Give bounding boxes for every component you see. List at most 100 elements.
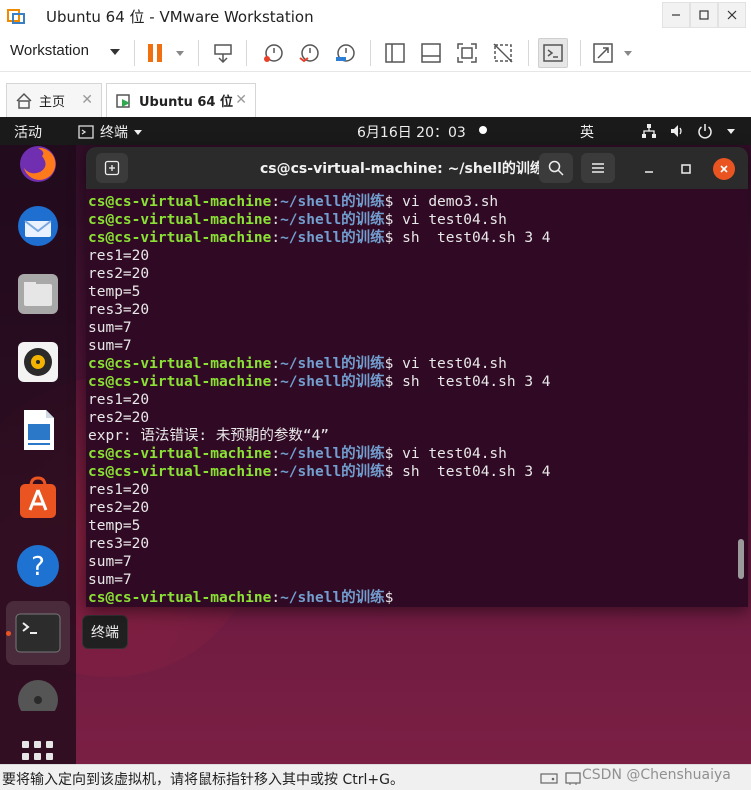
chevron-down-icon[interactable] [176, 51, 184, 56]
vm-display[interactable]: 活动 终端 6月16日 20：03 英 ? 终端 cs@cs-virtual-m… [0, 117, 751, 764]
prompt-user: cs@cs-virtual-machine [88, 446, 272, 462]
help-icon[interactable]: ? [13, 541, 63, 591]
terminal-output-line: res2=20 [88, 266, 150, 282]
sidebar-toggle-icon[interactable] [382, 40, 408, 66]
close-button[interactable] [718, 2, 746, 28]
terminal-icon[interactable] [13, 608, 63, 658]
libreoffice-writer-icon[interactable] [13, 405, 63, 455]
files-icon[interactable] [13, 269, 63, 319]
send-keys-icon[interactable] [210, 40, 236, 66]
chevron-down-icon[interactable] [722, 122, 740, 140]
clock[interactable]: 6月16日 20：03 [357, 122, 466, 142]
terminal-output-line: sum=7 [88, 572, 132, 588]
tab-home[interactable]: 主页 ✕ [6, 83, 102, 117]
prompt-path: ~/shell的训练 [280, 230, 385, 246]
terminal-window[interactable]: cs@cs-virtual-machine: ~/shell的训练 cs@cs-… [86, 147, 748, 607]
prompt-user: cs@cs-virtual-machine [88, 230, 272, 246]
tab-label: 主页 [39, 95, 66, 110]
tab-label: Ubuntu 64 位 [139, 95, 233, 110]
terminal-close-button[interactable] [713, 158, 735, 180]
prompt-path: ~/shell的训练 [280, 446, 385, 462]
terminal-maximize-button[interactable] [675, 158, 697, 180]
command-text: sh test04.sh 3 4 [393, 374, 551, 390]
new-tab-button[interactable] [96, 153, 128, 183]
terminal-command-line: cs@cs-virtual-machine:~/shell的训练$ vi dem… [88, 193, 748, 211]
minimize-button[interactable] [662, 2, 690, 28]
prompt-separator: : [271, 356, 281, 372]
console-view-icon[interactable] [538, 38, 568, 68]
full-screen-icon[interactable] [454, 40, 480, 66]
disc-icon[interactable] [13, 677, 63, 711]
prompt-user: cs@cs-virtual-machine [88, 464, 272, 480]
terminal-minimize-button[interactable] [638, 158, 660, 180]
terminal-command-line: cs@cs-virtual-machine:~/shell的训练$ sh tes… [88, 229, 748, 247]
search-button[interactable] [539, 153, 573, 183]
prompt-separator: : [271, 446, 281, 462]
dock-tooltip: 终端 [82, 615, 128, 649]
terminal-scrollbar[interactable] [738, 539, 744, 579]
prompt-path: ~/shell的训练 [280, 194, 385, 210]
stretch-guest-icon[interactable] [590, 40, 616, 66]
terminal-command-line: cs@cs-virtual-machine:~/shell的训练$ vi tes… [88, 445, 748, 463]
notification-dot-icon [479, 126, 487, 134]
terminal-output-line: sum=7 [88, 320, 132, 336]
maximize-button[interactable] [690, 2, 718, 28]
terminal-command-line: cs@cs-virtual-machine:~/shell的训练$ sh tes… [88, 463, 748, 481]
terminal-title: cs@cs-virtual-machine: ~/shell的训练 [260, 161, 544, 177]
thumbnail-bar-icon[interactable] [418, 40, 444, 66]
vm-tab-strip: 主页 ✕ Ubuntu 64 位 ✕ [0, 81, 751, 117]
ubuntu-dock: ? [0, 145, 76, 764]
prompt-user: cs@cs-virtual-machine [88, 356, 272, 372]
terminal-output-line: expr: 语法错误: 未预期的参数“4” [88, 428, 330, 444]
toolbar-divider [528, 40, 529, 66]
revert-snapshot-icon[interactable] [296, 40, 322, 66]
vm-running-icon [115, 92, 133, 110]
snapshot-icon[interactable] [260, 40, 286, 66]
rhythmbox-icon[interactable] [13, 337, 63, 387]
command-text: vi test04.sh [393, 212, 507, 228]
command-text: sh test04.sh 3 4 [393, 230, 551, 246]
vmware-title-bar: Ubuntu 64 位 - VMware Workstation [0, 0, 751, 32]
hard-disk-icon[interactable] [540, 770, 558, 784]
home-icon [15, 92, 33, 110]
prompt-separator: : [271, 590, 281, 606]
power-icon[interactable] [696, 122, 714, 140]
network-adapter-icon[interactable] [564, 770, 582, 785]
volume-icon[interactable] [668, 122, 686, 140]
vmware-app-icon [6, 6, 26, 26]
app-menu[interactable]: 终端 [78, 122, 142, 142]
prompt-path: ~/shell的训练 [280, 374, 385, 390]
chevron-down-icon[interactable] [624, 51, 632, 56]
prompt-symbol: $ [384, 590, 394, 606]
close-icon[interactable]: ✕ [235, 92, 247, 108]
close-icon[interactable]: ✕ [81, 92, 93, 108]
terminal-output-line: sum=7 [88, 554, 132, 570]
toolbar-divider [198, 40, 199, 66]
pause-icon[interactable] [142, 40, 168, 66]
hamburger-menu-button[interactable] [581, 153, 615, 183]
terminal-command-line: cs@cs-virtual-machine:~/shell的训练$ [88, 589, 748, 607]
prompt-path: ~/shell的训练 [280, 590, 385, 606]
firefox-icon[interactable] [13, 139, 63, 189]
terminal-output[interactable]: cs@cs-virtual-machine:~/shell的训练$ vi dem… [86, 189, 748, 607]
show-applications-icon[interactable] [22, 741, 54, 764]
workstation-menu[interactable]: Workstation [10, 42, 89, 59]
vmware-toolbar: Workstation [0, 32, 751, 72]
hamburger-icon [592, 163, 604, 173]
terminal-header-bar: cs@cs-virtual-machine: ~/shell的训练 [86, 147, 748, 189]
input-method-indicator[interactable]: 英 [580, 122, 594, 142]
prompt-separator: : [271, 194, 281, 210]
toolbar-divider [246, 40, 247, 66]
toolbar-divider [370, 40, 371, 66]
terminal-output-line: temp=5 [88, 284, 141, 300]
thunderbird-icon[interactable] [13, 201, 63, 251]
chevron-down-icon[interactable] [110, 49, 120, 55]
unity-mode-icon[interactable] [490, 40, 516, 66]
prompt-path: ~/shell的训练 [280, 356, 385, 372]
snapshot-manager-icon[interactable] [332, 40, 358, 66]
tab-ubuntu-vm[interactable]: Ubuntu 64 位 ✕ [106, 83, 256, 117]
ubuntu-software-icon[interactable] [13, 473, 63, 523]
network-icon[interactable] [640, 122, 658, 140]
terminal-output-line: res3=20 [88, 302, 150, 318]
toolbar-divider [580, 40, 581, 66]
